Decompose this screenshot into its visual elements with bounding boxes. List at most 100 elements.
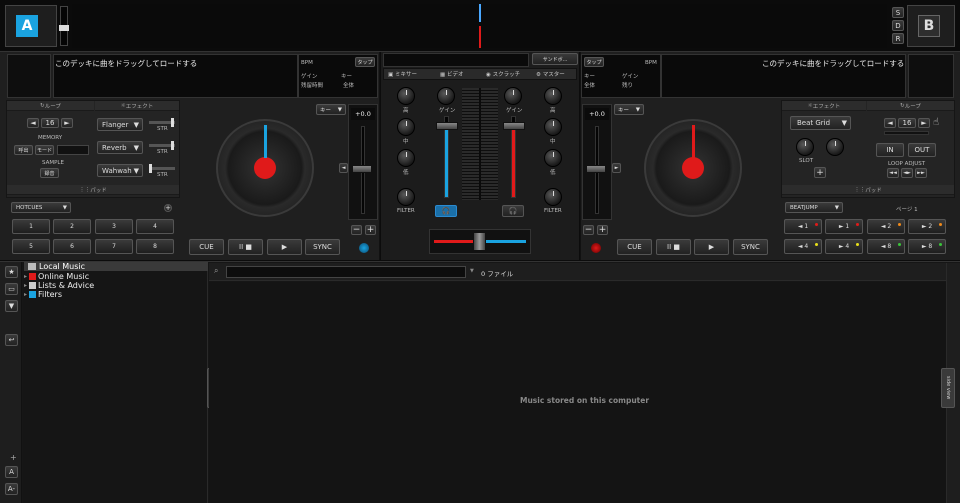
deck-b-pad-6[interactable]: ► 4 bbox=[825, 239, 863, 254]
deck-b-pitch-minus[interactable]: − bbox=[583, 225, 594, 235]
deck-a-pad-1[interactable]: 1 bbox=[12, 219, 50, 234]
tree-item-lists-advice[interactable]: ▸ Lists & Advice bbox=[24, 281, 94, 290]
deck-b-loop-plus[interactable]: ► bbox=[918, 118, 930, 128]
deck-a-pad-2[interactable]: 2 bbox=[53, 219, 91, 234]
deck-b-effect-select[interactable]: Beat Grid ▼ bbox=[790, 116, 851, 130]
mixer-b-headphone-button[interactable]: 🎧 bbox=[502, 205, 524, 217]
deck-b-pad-header[interactable]: ⋮⋮ パッド bbox=[782, 185, 954, 195]
mixer-tab-mixer[interactable]: ▣ ミキサー bbox=[388, 70, 417, 78]
deck-a-key-button[interactable]: キー ▼ bbox=[316, 104, 346, 115]
deck-b-pad-5[interactable]: ◄ 4 bbox=[784, 239, 822, 254]
deck-a-pause-button[interactable]: II ■ bbox=[228, 239, 263, 255]
deck-a-pitch-minus[interactable]: − bbox=[351, 225, 362, 235]
deck-b-effect-header[interactable]: ☼ エフェクト bbox=[782, 101, 866, 111]
deck-a-badge[interactable]: A bbox=[16, 15, 38, 37]
zoom-out-button[interactable]: A- bbox=[5, 483, 18, 495]
deck-b-loop-header[interactable]: ↻ ループ bbox=[867, 101, 954, 111]
mixer-b-eq-low-knob[interactable] bbox=[544, 149, 562, 167]
deck-a-pitch-cap[interactable] bbox=[352, 165, 372, 173]
deck-b-effect-knob-2[interactable] bbox=[826, 138, 844, 156]
deck-b-pad-4[interactable]: ► 2 bbox=[908, 219, 946, 234]
deck-a-record-button[interactable]: 録音 bbox=[40, 168, 59, 178]
deck-b-pause-button[interactable]: II ■ bbox=[656, 239, 691, 255]
deck-b-pad-3[interactable]: ◄ 2 bbox=[867, 219, 905, 234]
deck-a-recall-button[interactable]: 呼出 bbox=[14, 145, 33, 155]
deck-a-fx3-slider[interactable] bbox=[149, 167, 175, 170]
deck-a-pad-7[interactable]: 7 bbox=[95, 239, 133, 254]
mixer-settings-button[interactable]: サンドボ... bbox=[532, 53, 578, 65]
deck-a-pad-options[interactable]: + bbox=[164, 204, 172, 212]
mixer-a-headphone-button[interactable]: 🎧 bbox=[435, 205, 457, 217]
deck-b-loop-adjust-3[interactable]: ►► bbox=[915, 168, 927, 178]
folder-icon[interactable]: ▭ bbox=[5, 283, 18, 295]
deck-a-nudge-left[interactable]: ◄ bbox=[339, 163, 348, 173]
deck-b-pad-2[interactable]: ► 1 bbox=[825, 219, 863, 234]
deck-a-fx3-cap[interactable] bbox=[149, 164, 152, 173]
deck-a-loop-plus[interactable]: ► bbox=[61, 118, 73, 128]
mixer-a-eq-mid-knob[interactable] bbox=[397, 118, 415, 136]
zoom-in-button[interactable]: A bbox=[5, 466, 18, 478]
deck-b-pad-mode[interactable]: BEATJUMP ▼ bbox=[785, 202, 843, 213]
sideview-tab[interactable]: side view bbox=[941, 368, 955, 408]
file-list-body[interactable] bbox=[209, 282, 946, 503]
deck-a-pad-6[interactable]: 6 bbox=[53, 239, 91, 254]
deck-b-loop-adjust-2[interactable]: ◄► bbox=[901, 168, 913, 178]
deck-a-pad-4[interactable]: 4 bbox=[136, 219, 174, 234]
search-icon[interactable]: ⌕ bbox=[214, 266, 218, 276]
deck-b-play-button[interactable]: ▶ bbox=[694, 239, 729, 255]
deck-b-tap-button[interactable]: タップ bbox=[584, 57, 604, 67]
mixer-b-gain-knob[interactable] bbox=[504, 87, 522, 105]
mixer-b-fader-cap[interactable] bbox=[503, 122, 525, 130]
deck-a-effect-header[interactable]: ☼ エフェクト bbox=[95, 101, 179, 111]
deck-a-fx2-cap[interactable] bbox=[171, 141, 174, 150]
mixer-a-gain-knob[interactable] bbox=[437, 87, 455, 105]
deck-b-r-button[interactable]: R bbox=[892, 33, 904, 44]
deck-b-loop-adjust-1[interactable]: ◄◄ bbox=[887, 168, 899, 178]
mixer-a-filter-knob[interactable] bbox=[397, 188, 415, 206]
deck-a-effect-3[interactable]: Wahwah ▼ bbox=[97, 164, 143, 177]
mixer-tab-master[interactable]: ⚙ マスター bbox=[536, 70, 565, 78]
deck-a-pad-5[interactable]: 5 bbox=[12, 239, 50, 254]
deck-a-fx1-cap[interactable] bbox=[171, 118, 174, 127]
deck-b-badge[interactable]: B bbox=[918, 15, 940, 37]
deck-b-loop-in[interactable]: IN bbox=[876, 143, 904, 157]
deck-b-loop-out[interactable]: OUT bbox=[908, 143, 936, 157]
deck-b-d-button[interactable]: D bbox=[892, 20, 904, 31]
mixer-b-eq-high-knob[interactable] bbox=[544, 87, 562, 105]
deck-b-s-button[interactable]: S bbox=[892, 7, 904, 18]
deck-a-pad-8[interactable]: 8 bbox=[136, 239, 174, 254]
tree-item-filters[interactable]: ▸ Filters bbox=[24, 290, 62, 299]
deck-a-loop-header[interactable]: ↻ ループ bbox=[7, 101, 94, 111]
deck-b-effect-add[interactable]: + bbox=[814, 167, 826, 178]
deck-a-pad-3[interactable]: 3 bbox=[95, 219, 133, 234]
deck-a-sync-button[interactable]: SYNC bbox=[305, 239, 340, 255]
tree-item-local-music[interactable]: Local Music bbox=[24, 262, 208, 271]
deck-b-sync-icon[interactable] bbox=[591, 243, 601, 253]
deck-a-pad-header[interactable]: ⋮⋮ パッド bbox=[7, 185, 179, 195]
deck-b-loop-minus[interactable]: ◄ bbox=[884, 118, 896, 128]
deck-b-loop-size[interactable]: 16 bbox=[898, 118, 916, 128]
back-icon[interactable]: ↩ bbox=[5, 334, 18, 346]
deck-a-loop-size[interactable]: 16 bbox=[41, 118, 59, 128]
deck-a-mode-button[interactable]: モード bbox=[35, 145, 54, 155]
deck-b-pad-7[interactable]: ◄ 8 bbox=[867, 239, 905, 254]
deck-a-pad-mode[interactable]: HOTCUES ▼ bbox=[11, 202, 71, 213]
mixer-b-eq-mid-knob[interactable] bbox=[544, 118, 562, 136]
crossfader-cap[interactable] bbox=[473, 232, 486, 251]
deck-a-cue-button[interactable]: CUE bbox=[189, 239, 224, 255]
deck-a-pitch-plus[interactable]: + bbox=[365, 225, 376, 235]
mixer-tab-scratch[interactable]: ◉ スクラッチ bbox=[486, 70, 520, 78]
mixer-a-fader-cap[interactable] bbox=[436, 122, 458, 130]
favorite-icon[interactable]: ★ bbox=[5, 266, 18, 278]
deck-a-loop-minus[interactable]: ◄ bbox=[27, 118, 39, 128]
deck-b-hand-icon[interactable]: ☝ bbox=[933, 117, 945, 129]
deck-a-play-button[interactable]: ▶ bbox=[267, 239, 302, 255]
filter-icon[interactable]: ▼ bbox=[5, 300, 18, 312]
deck-a-effect-2[interactable]: Reverb ▼ bbox=[97, 141, 143, 154]
deck-a-sync-icon[interactable] bbox=[359, 243, 369, 253]
search-dropdown-icon[interactable]: ▼ bbox=[470, 268, 474, 274]
mixer-tab-video[interactable]: ▦ ビデオ bbox=[440, 70, 463, 78]
mixer-a-eq-low-knob[interactable] bbox=[397, 149, 415, 167]
tree-item-online-music[interactable]: ▸ Online Music bbox=[24, 272, 89, 281]
deck-a-tap-button[interactable]: タップ bbox=[355, 57, 375, 67]
